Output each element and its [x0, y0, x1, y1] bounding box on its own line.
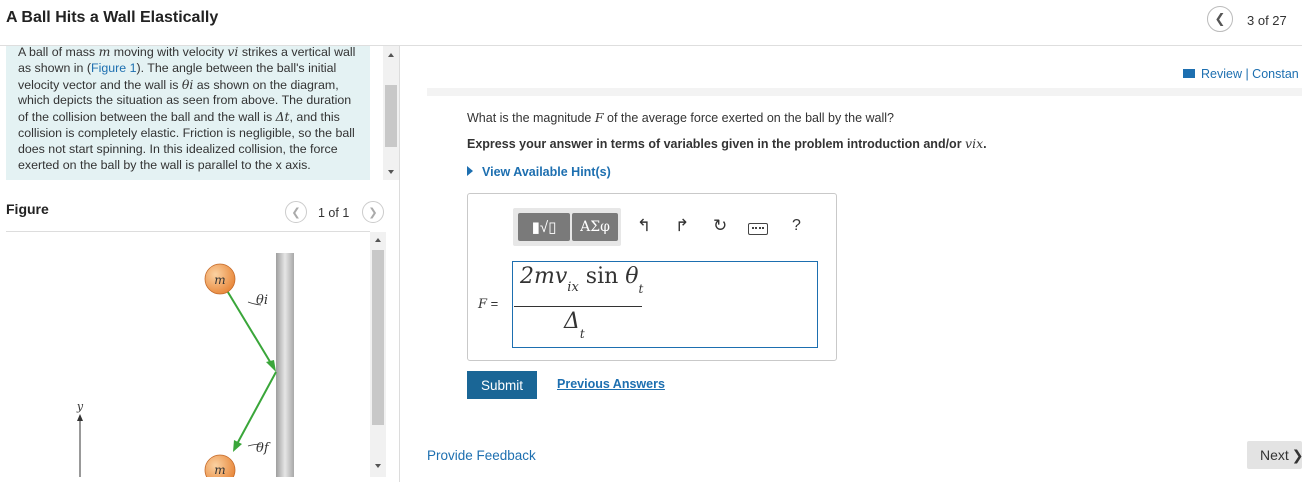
figure-diagram: m m θi θf y [76, 253, 294, 477]
angle-initial-label: θi [256, 293, 268, 308]
redo-icon[interactable]: ↱ [675, 216, 689, 236]
review-constants-link[interactable]: Review | Constan [1183, 67, 1299, 81]
keyboard-icon[interactable] [748, 223, 768, 235]
scroll-down-icon[interactable] [375, 464, 381, 468]
scroll-up-icon[interactable] [375, 238, 381, 242]
figure-next-button[interactable]: ❯ [362, 201, 384, 223]
view-hints-toggle[interactable]: View Available Hint(s) [467, 165, 611, 179]
previous-item-button[interactable]: ❮ [1207, 6, 1233, 32]
fraction-numerator[interactable]: 2mvix sin θt [520, 264, 643, 296]
chevron-left-icon: ❮ [1214, 11, 1226, 26]
wall [276, 253, 294, 477]
next-button[interactable]: Next❯ [1247, 441, 1302, 469]
figure-scrollbar-thumb[interactable] [372, 250, 384, 425]
scroll-up-icon[interactable] [388, 53, 394, 57]
figure-heading: Figure [6, 201, 49, 217]
figure-link[interactable]: Figure 1 [91, 61, 136, 75]
question-text: What is the magnitude F of the average f… [467, 110, 895, 125]
ball-mass-label: m [214, 273, 225, 287]
provide-feedback-link[interactable]: Provide Feedback [427, 448, 536, 463]
submit-button[interactable]: Submit [467, 371, 537, 399]
figure-counter: 1 of 1 [318, 206, 350, 220]
chevron-right-icon: ❯ [1292, 447, 1302, 464]
help-icon[interactable]: ? [792, 217, 801, 235]
chevron-right-icon: ❯ [368, 206, 378, 219]
greek-symbols-button[interactable]: ΑΣφ [572, 213, 618, 241]
intro-scrollbar-thumb[interactable] [385, 85, 397, 147]
answer-instruction: Express your answer in terms of variable… [467, 136, 987, 151]
scroll-down-icon[interactable] [388, 170, 394, 174]
item-counter: 3 of 27 [1247, 13, 1287, 28]
book-icon [1183, 69, 1195, 78]
angle-final-label: θf [256, 441, 271, 456]
arrowhead-icon [77, 414, 83, 421]
chevron-left-icon: ❮ [291, 206, 301, 219]
fraction-denominator[interactable]: Δt [564, 309, 585, 341]
answer-variable-label: F = [478, 296, 499, 312]
previous-answers-link[interactable]: Previous Answers [557, 377, 665, 391]
arrowhead-icon [266, 360, 276, 372]
page-title: A Ball Hits a Wall Elastically [6, 9, 219, 26]
problem-intro-panel: A ball of mass m moving with velocity vi… [6, 46, 370, 180]
panel-divider [399, 46, 400, 482]
problem-intro-text: A ball of mass m moving with velocity vi… [18, 46, 356, 172]
arrowhead-icon [233, 440, 242, 452]
fraction-bar [514, 306, 642, 307]
undo-icon[interactable]: ↰ [637, 216, 651, 236]
triangle-right-icon [467, 166, 473, 176]
reset-icon[interactable]: ↻ [713, 216, 727, 236]
final-velocity-vector [236, 371, 277, 445]
y-axis-label: y [76, 400, 84, 413]
templates-button[interactable]: ▮√▯ [518, 213, 570, 241]
ball-mass-label: m [214, 463, 225, 477]
part-header-band [427, 88, 1302, 96]
figure-prev-button[interactable]: ❮ [285, 201, 307, 223]
